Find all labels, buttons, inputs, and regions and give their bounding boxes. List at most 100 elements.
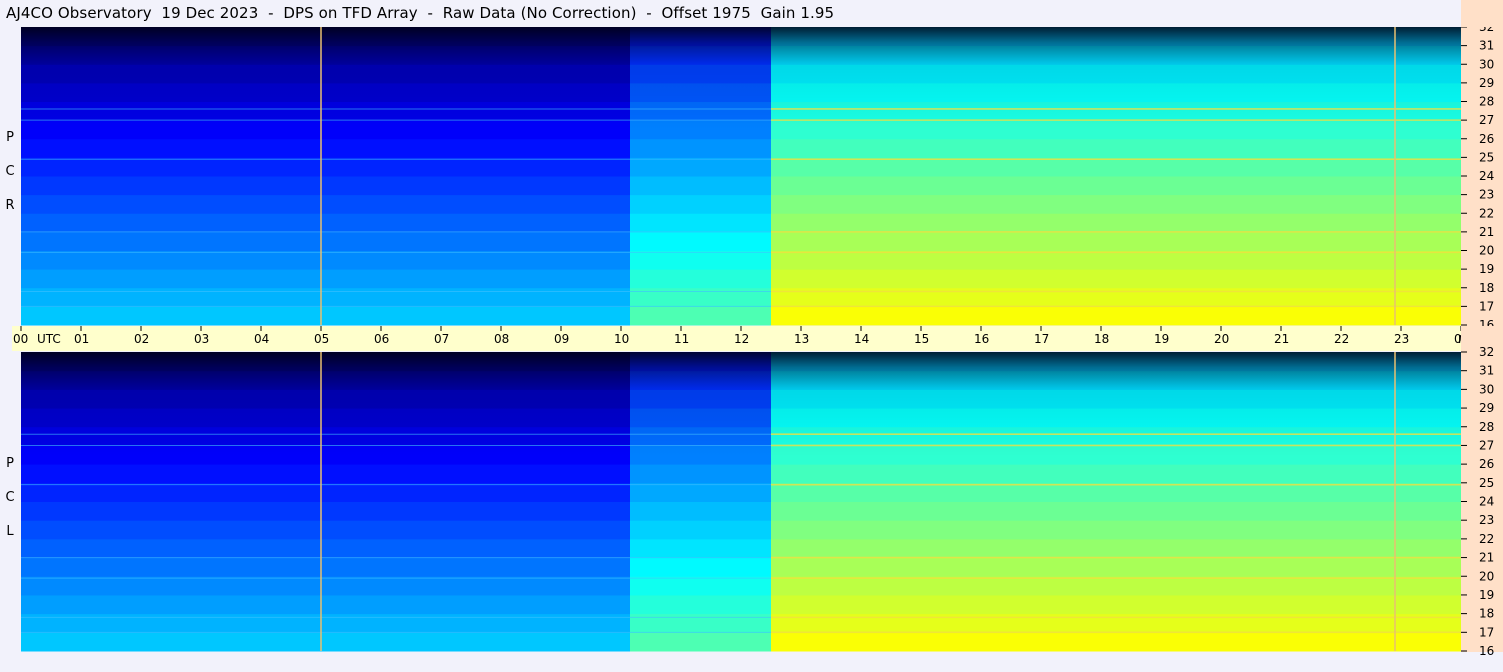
rcp-frequency-tick-label: 24 (1479, 169, 1494, 183)
rcp-segment-2-strip (771, 176, 1461, 196)
rcp-frequency-tick-label: 30 (1479, 57, 1494, 71)
lcp-segment-2-strip (771, 613, 1461, 633)
rcp-segment-1-strip (630, 250, 771, 270)
rcp-segment-0-strip (21, 157, 630, 177)
rcp-frequency-tick-label: 25 (1479, 150, 1494, 164)
lcp-frequency-tick-label: 18 (1479, 607, 1494, 621)
rcp-frequency-tick-label: 18 (1479, 281, 1494, 295)
rcp-segment-1-strip (630, 157, 771, 177)
rcp-segment-2-strip (771, 194, 1461, 214)
rcp-segment-1-strip (630, 287, 771, 307)
lcp-frequency-tick-label: 28 (1479, 420, 1494, 434)
time-tick-label: 06 (374, 332, 389, 346)
rcp-segment-2-strip (771, 157, 1461, 177)
lcp-segment-0-strip (21, 501, 630, 521)
time-tick-label: 12 (734, 332, 749, 346)
time-tick-label: 04 (254, 332, 269, 346)
lcp-segment-1-strip (630, 482, 771, 502)
rcp-segment-2-strip (771, 213, 1461, 233)
lcp-segment-1-strip (630, 520, 771, 540)
lcp-segment-1-strip (630, 632, 771, 652)
lcp-frequency-tick-label: 21 (1479, 551, 1494, 565)
lcp-segment-1-strip (630, 576, 771, 596)
lcp-frequency-tick-label: 16 (1479, 644, 1494, 658)
rcp-segment-1-strip (630, 176, 771, 196)
lcp-segment-0-strip (21, 632, 630, 652)
lcp-segment-0-strip (21, 557, 630, 577)
rcp-frequency-tick-label: 27 (1479, 113, 1494, 127)
rcp-segment-0-strip (21, 250, 630, 270)
rcp-segment-2-strip (771, 287, 1461, 307)
lcp-segment-0-strip (21, 482, 630, 502)
rcp-segment-0-strip (21, 269, 630, 289)
frequency-axis-top-filler (1461, 0, 1503, 27)
lcp-segment-1-strip (630, 538, 771, 559)
time-tick-label: 15 (914, 332, 929, 346)
rcp-segment-2-strip (771, 306, 1461, 326)
rcp-sky-fade (21, 27, 1461, 132)
rcp-frequency-tick-label: 28 (1479, 95, 1494, 109)
lcp-segment-2-strip (771, 632, 1461, 652)
time-tick-label: 17 (1034, 332, 1049, 346)
time-tick-label: 11 (674, 332, 689, 346)
lcp-frequency-axis: 16 17 18 19 20 21 22 23 24 25 26 27 28 29 30 31 32 (1461, 345, 1503, 658)
lcp-segment-1-strip (630, 613, 771, 633)
rcp-segment-1-strip (630, 213, 771, 233)
time-tick-label: 23 (1394, 332, 1409, 346)
time-tick-label: 10 (614, 332, 629, 346)
time-tick-label: 00 (13, 332, 28, 346)
rcp-frequency-tick-label: 22 (1479, 206, 1494, 220)
rcp-frequency-tick-label: 26 (1479, 132, 1494, 146)
lcp-frequency-tick-label: 17 (1479, 625, 1494, 639)
time-tick-label: 22 (1334, 332, 1349, 346)
rcp-segment-0-strip (21, 287, 630, 307)
rcp-segment-0-strip (21, 176, 630, 196)
lcp-segment-0-strip (21, 520, 630, 540)
lcp-frequency-tick-label: 22 (1479, 532, 1494, 546)
rcp-segment-1-strip (630, 138, 771, 158)
lcp-segment-2-strip (771, 464, 1461, 484)
rcp-segment-0-strip (21, 138, 630, 158)
time-tick-label: 13 (794, 332, 809, 346)
rcp-frequency-tick-label: 20 (1479, 244, 1494, 258)
rcp-segment-2-strip (771, 269, 1461, 289)
rcp-frequency-tick-label: 17 (1479, 299, 1494, 313)
rcp-frequency-tick-label: 31 (1479, 39, 1494, 53)
rcp-segment-1-strip (630, 194, 771, 214)
lcp-spectrogram-panel (21, 352, 1461, 652)
rcp-segment-0-strip (21, 306, 630, 326)
lcp-frequency-tick-label: 29 (1479, 401, 1494, 415)
time-tick-label: 19 (1154, 332, 1169, 346)
rcp-segment-2-strip (771, 138, 1461, 158)
lcp-segment-0-strip (21, 594, 630, 615)
lcp-segment-0-strip (21, 464, 630, 484)
lcp-frequency-tick-label: 27 (1479, 438, 1494, 452)
lcp-segment-0-strip (21, 538, 630, 559)
rcp-segment-0-strip (21, 213, 630, 233)
spectrogram-chart: 00 01 02 03 04 05 06 07 08 09 10 11 12 13 14 15 16 17 18 19… (12, 0, 1503, 658)
lcp-segment-1-strip (630, 464, 771, 484)
rcp-frequency-tick-label: 19 (1479, 262, 1494, 276)
time-tick-label: 08 (494, 332, 509, 346)
rcp-spectrogram-panel (21, 27, 1461, 326)
lcp-frequency-tick-label: 30 (1479, 382, 1494, 396)
rcp-segment-0-strip (21, 194, 630, 214)
time-tick-label: 01 (74, 332, 89, 346)
time-tick-label: 03 (194, 332, 209, 346)
lcp-frequency-tick-label: 32 (1479, 345, 1494, 359)
time-tick-label: 14 (854, 332, 869, 346)
lcp-frequency-tick-label: 19 (1479, 588, 1494, 602)
rcp-segment-0-strip (21, 231, 630, 251)
rcp-frequency-tick-label: 21 (1479, 225, 1494, 239)
time-tick-label: 07 (434, 332, 449, 346)
lcp-segment-2-strip (771, 557, 1461, 577)
rcp-segment-2-strip (771, 231, 1461, 251)
time-tick-label: 05 (314, 332, 329, 346)
lcp-segment-2-strip (771, 520, 1461, 540)
utc-time-axis: 00 01 02 03 04 05 06 07 08 09 10 11 12 13 14 15 16 17 18 19… (12, 326, 1482, 351)
time-tick-label: 09 (554, 332, 569, 346)
lcp-segment-2-strip (771, 538, 1461, 559)
rcp-segment-1-strip (630, 269, 771, 289)
lcp-frequency-tick-label: 24 (1479, 495, 1494, 509)
rcp-segment-1-strip (630, 306, 771, 326)
